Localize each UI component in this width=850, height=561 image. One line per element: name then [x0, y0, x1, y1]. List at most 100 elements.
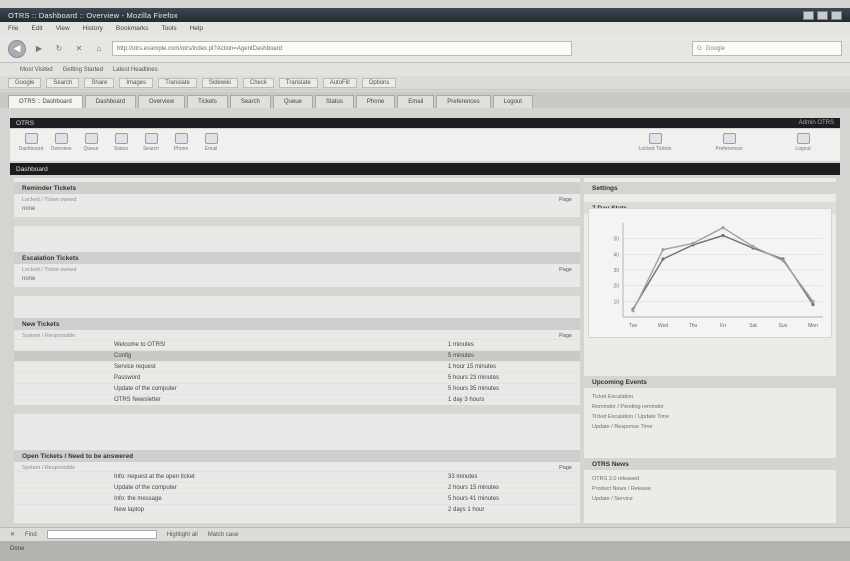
back-icon[interactable]: ◀ — [8, 39, 26, 58]
news-title: OTRS News — [584, 458, 836, 470]
toolbar-item[interactable]: Google — [8, 77, 42, 88]
dashboard-bar: Dashboard — [10, 163, 840, 175]
table-row[interactable]: Info: the message 5 hours 41 minutes — [14, 493, 580, 504]
ticket-subject[interactable]: Welcome to OTRS! — [114, 342, 448, 348]
filter-text[interactable]: Locked / Ticket owned — [22, 197, 76, 203]
ticket-subject[interactable]: Config — [114, 353, 448, 359]
reload-icon[interactable]: ↻ — [52, 42, 66, 56]
tab-tickets[interactable]: Tickets — [187, 95, 228, 108]
list-item[interactable]: Update / Service — [584, 494, 836, 504]
list-item[interactable]: Reminder / Pending reminder — [584, 402, 836, 412]
tab-status[interactable]: Status — [314, 95, 354, 108]
ticket-subject[interactable]: Info: request at the open ticket — [114, 474, 448, 480]
table-row[interactable]: New laptop 2 days 1 hour — [14, 504, 580, 515]
tab-logout[interactable]: Logout — [492, 95, 533, 108]
list-item[interactable]: Product News / Release — [584, 484, 836, 494]
status-text: Done — [10, 546, 25, 552]
y-tick-label: 20 — [613, 284, 619, 290]
bookmark-latest-headlines[interactable]: Latest Headlines — [113, 67, 158, 73]
table-row[interactable]: Update of the computer 5 hours 35 minute… — [14, 383, 580, 394]
menu-file[interactable]: File — [8, 25, 18, 32]
tab-dashboard[interactable]: Dashboard — [84, 95, 137, 108]
menu-help[interactable]: Help — [190, 25, 203, 32]
series-line — [632, 226, 814, 312]
url-input[interactable]: http://otrs.example.com/otrs/index.pl?Ac… — [112, 41, 572, 56]
tab-email[interactable]: Email — [397, 95, 435, 108]
tab-otrs-dashboard[interactable]: OTRS :: Dashboard — [8, 95, 83, 108]
queue-button[interactable]: Queue — [78, 133, 104, 152]
table-row[interactable]: Config 5 minutes — [14, 350, 580, 361]
bookmark-getting-started[interactable]: Getting Started — [63, 67, 103, 73]
toolbar-item[interactable]: Translate — [278, 77, 318, 88]
email-button[interactable]: Email — [198, 133, 224, 152]
stop-icon[interactable]: ✕ — [72, 42, 86, 56]
menu-history[interactable]: History — [83, 25, 103, 32]
forward-icon[interactable]: ▶ — [32, 42, 46, 56]
pagination[interactable]: Page — [559, 333, 572, 339]
menu-edit[interactable]: Edit — [31, 25, 42, 32]
list-item[interactable]: OTRS 3.0 released — [584, 474, 836, 484]
ticket-subject[interactable]: Info: the message — [114, 496, 448, 502]
toolbar-item[interactable]: Translate — [158, 77, 197, 88]
table-row[interactable]: Info: request at the open ticket 33 minu… — [14, 471, 580, 482]
locked-tickets-button[interactable]: Locked Tickets — [626, 133, 684, 152]
menu-view[interactable]: View — [56, 25, 70, 32]
match-case-checkbox[interactable]: Match case — [208, 532, 239, 538]
tab-preferences[interactable]: Preferences — [436, 95, 491, 108]
toolbar-item[interactable]: Sidewiki — [201, 77, 238, 88]
filter-text[interactable]: System / Responsible — [22, 465, 75, 471]
pagination[interactable]: Page — [559, 197, 572, 203]
ticket-subject[interactable]: New laptop — [114, 507, 448, 513]
logout-button[interactable]: Logout — [774, 133, 832, 152]
toolbar-item[interactable]: Check — [242, 77, 274, 88]
phone-button[interactable]: Phone — [168, 133, 194, 152]
overview-icon — [54, 133, 68, 144]
menu-tools[interactable]: Tools — [161, 25, 176, 32]
tab-queue[interactable]: Queue — [272, 95, 313, 108]
dashboard-button[interactable]: Dashboard — [18, 133, 44, 152]
filter-text[interactable]: Locked / Ticket owned — [22, 267, 76, 273]
search-button[interactable]: Search — [138, 133, 164, 152]
settings-title[interactable]: Settings — [584, 182, 836, 194]
table-row[interactable]: Update of the computer 2 hours 15 minute… — [14, 482, 580, 493]
overview-button[interactable]: Overview — [48, 133, 74, 152]
ticket-subject[interactable]: Password — [114, 375, 448, 381]
toolbar-item[interactable]: Share — [84, 77, 115, 88]
tab-overview[interactable]: Overview — [138, 95, 186, 108]
pagination[interactable]: Page — [559, 465, 572, 471]
highlight-all-button[interactable]: Highlight all — [167, 532, 198, 538]
toolbar-item[interactable]: AutoFill — [322, 77, 357, 88]
minimize-button[interactable] — [803, 10, 814, 20]
toolbar-item[interactable]: Options — [361, 77, 397, 88]
line-chart: 10 20 30 40 50 Tue Wed Thu Fri Sat Sun Mon — [613, 223, 823, 329]
ticket-subject[interactable]: Update of the computer — [114, 485, 448, 491]
table-row[interactable]: OTRS Newsletter 1 day 3 hours — [14, 394, 580, 405]
table-row[interactable]: Password 5 hours 23 minutes — [14, 372, 580, 383]
table-row[interactable]: Service request 1 hour 15 minutes — [14, 361, 580, 372]
ticket-subject[interactable]: OTRS Newsletter — [114, 397, 448, 403]
toolbar-item[interactable]: Search — [46, 77, 80, 88]
search-input[interactable]: G Google — [692, 41, 842, 56]
menu-bookmarks[interactable]: Bookmarks — [116, 25, 149, 32]
preferences-button[interactable]: Preferences — [700, 133, 758, 152]
tab-phone[interactable]: Phone — [355, 95, 396, 108]
ticket-subject[interactable]: Update of the computer — [114, 386, 448, 392]
status-button[interactable]: Status — [108, 133, 134, 152]
data-point — [781, 259, 785, 263]
list-item[interactable]: Ticket Escalation — [584, 392, 836, 402]
list-item[interactable]: Update / Response Time — [584, 422, 836, 432]
bookmark-most-visited[interactable]: Most Visited — [20, 67, 53, 73]
close-find-icon[interactable]: ✕ — [10, 531, 15, 538]
toolbar-item[interactable]: Images — [119, 77, 154, 88]
pagination[interactable]: Page — [559, 267, 572, 273]
home-icon[interactable]: ⌂ — [92, 42, 106, 56]
list-item[interactable]: Ticket Escalation / Update Time — [584, 412, 836, 422]
ticket-subject[interactable]: Service request — [114, 364, 448, 370]
find-input[interactable] — [46, 530, 157, 539]
divider — [14, 217, 580, 226]
maximize-button[interactable] — [817, 10, 828, 20]
filter-text[interactable]: System / Responsible — [22, 333, 75, 339]
tab-search[interactable]: Search — [229, 95, 271, 108]
close-button[interactable] — [831, 10, 842, 20]
table-row[interactable]: Welcome to OTRS! 1 minutes — [14, 339, 580, 350]
